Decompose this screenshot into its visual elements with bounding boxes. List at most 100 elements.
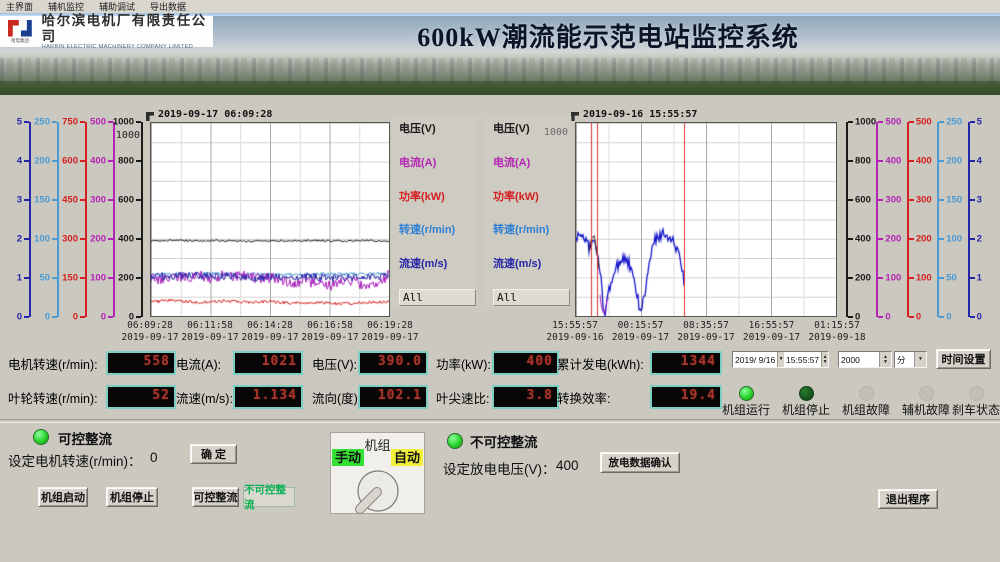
- axis-line: [846, 122, 848, 317]
- axis-电流: 5004003002001000: [871, 122, 901, 317]
- axis-tick-label: 150: [34, 195, 50, 206]
- axis-tick-label: 0: [17, 312, 22, 323]
- axis-tick-label: 1000: [113, 117, 134, 128]
- axis-tick: [970, 121, 975, 123]
- axis-tick: [909, 238, 914, 240]
- right-chart-timestamp: 2019-09-16 15:55:57: [583, 109, 697, 120]
- legend-item-4[interactable]: 流速(m/s): [493, 255, 570, 271]
- axis-电压: 10008006004002000: [120, 122, 148, 317]
- menu-item-1[interactable]: 辅机监控: [48, 0, 84, 13]
- discharge-confirm-button[interactable]: 放电数据确认: [600, 452, 680, 473]
- left-chart-timestamp: 2019-09-17 06:09:28: [158, 109, 272, 120]
- axis-tick: [909, 199, 914, 201]
- unit-button-2[interactable]: 可控整流: [192, 487, 239, 507]
- readout-label: 叶尖速比:: [436, 388, 489, 407]
- span-unit-dropdown-icon[interactable]: ▼: [914, 352, 926, 367]
- axis-tick: [24, 238, 29, 240]
- legend-item-2[interactable]: 功率(kW): [493, 188, 570, 204]
- date-dropdown-icon[interactable]: ▼: [777, 352, 784, 367]
- axis-tick-label: 800: [118, 156, 134, 167]
- right-chart-plot: [575, 122, 837, 317]
- legend-item-4[interactable]: 流速(m/s): [399, 255, 476, 271]
- readout-label: 电机转速(r/min):: [8, 354, 98, 373]
- company-name-en: HARBIN ELECTRIC MACHINERY COMPANY LIMITE…: [42, 44, 209, 50]
- unit-button-0[interactable]: 机组启动: [38, 487, 88, 507]
- legend-all-selector[interactable]: All: [493, 289, 570, 306]
- readout-display: 390.0: [358, 351, 428, 375]
- time-set-button[interactable]: 时间设置: [936, 349, 991, 369]
- span-spinner[interactable]: ▲▼: [879, 352, 891, 367]
- axis-tick: [848, 316, 853, 318]
- set-discharge-voltage-value[interactable]: 400: [556, 458, 579, 473]
- readout-display: 1.134: [233, 385, 303, 409]
- axis-tick-label: 3: [977, 195, 982, 206]
- axis-line: [57, 122, 59, 317]
- axis-tick: [52, 199, 57, 201]
- menu-item-3[interactable]: 导出数据: [150, 0, 186, 13]
- span-unit-select[interactable]: 分 ▼: [894, 351, 927, 368]
- status-led-4: [969, 386, 984, 401]
- axis-tick: [970, 316, 975, 318]
- set-motor-speed-value[interactable]: 0: [150, 450, 158, 465]
- unit-button-1[interactable]: 机组停止: [106, 487, 158, 507]
- legend-item-0[interactable]: 电压(V): [493, 120, 570, 136]
- left-trend-plot[interactable]: [151, 123, 389, 316]
- unit-button-3[interactable]: 不可控整流: [243, 487, 295, 507]
- legend-item-0[interactable]: 电压(V): [399, 120, 476, 136]
- legend-item-1[interactable]: 电流(A): [399, 154, 476, 170]
- chart-marker-icon: [146, 112, 154, 121]
- axis-tick: [848, 238, 853, 240]
- mode-knob[interactable]: [331, 466, 426, 514]
- axis-tick: [939, 316, 944, 318]
- axis-tick-label: 0: [916, 312, 921, 323]
- axis-tick: [52, 160, 57, 162]
- axis-tick-label: 200: [118, 273, 134, 284]
- axis-tick: [52, 277, 57, 279]
- axis-功率: 7506004503001500: [64, 122, 92, 317]
- axis-tick-label: 200: [34, 156, 50, 167]
- axis-line: [907, 122, 909, 317]
- manual-mode-chip[interactable]: 手动: [332, 449, 364, 466]
- x-tick-label: 06:14:28 2019-09-17: [241, 320, 298, 344]
- span-value[interactable]: 2000: [839, 352, 879, 367]
- legend-item-3[interactable]: 转速(r/min): [399, 221, 476, 237]
- axis-tick: [909, 160, 914, 162]
- legend-all-selector[interactable]: All: [399, 289, 476, 306]
- right-chart-x-labels: 15:55:57 2019-09-1600:15:57 2019-09-1708…: [575, 320, 837, 342]
- readout-label: 叶轮转速(r/min):: [8, 388, 98, 407]
- legend-item-2[interactable]: 功率(kW): [399, 188, 476, 204]
- span-value-input[interactable]: 2000 ▲▼: [838, 351, 892, 368]
- exit-program-button[interactable]: 退出程序: [878, 489, 938, 509]
- date-value[interactable]: 2019/ 9/16: [733, 352, 777, 367]
- auto-mode-chip[interactable]: 自动: [391, 449, 423, 466]
- time-spinner[interactable]: ▲▼: [821, 352, 828, 367]
- legend-item-3[interactable]: 转速(r/min): [493, 221, 570, 237]
- axis-tick-label: 0: [977, 312, 982, 323]
- readout-label: 转换效率:: [557, 388, 610, 407]
- axis-tick-label: 4: [977, 156, 982, 167]
- right-trend-plot[interactable]: [576, 123, 836, 316]
- axis-tick: [970, 277, 975, 279]
- axis-tick: [80, 121, 85, 123]
- confirm-button[interactable]: 确 定: [190, 444, 237, 464]
- axis-tick: [80, 160, 85, 162]
- datetime-picker[interactable]: 2019/ 9/16 ▼ 15:55:57 ▲▼: [732, 351, 829, 368]
- menu-item-2[interactable]: 辅助调试: [99, 0, 135, 13]
- axis-tick-label: 100: [90, 273, 106, 284]
- logo-caption: 哈电集团: [11, 37, 29, 43]
- axis-tick: [108, 160, 113, 162]
- status-label-1: 机组停止: [782, 401, 830, 418]
- status-led-2: [859, 386, 874, 401]
- axis-tick: [878, 160, 883, 162]
- status-label-2: 机组故障: [842, 401, 890, 418]
- legend-item-1[interactable]: 电流(A): [493, 154, 570, 170]
- menu-item-0[interactable]: 主界面: [6, 0, 33, 13]
- axis-tick-label: 200: [916, 234, 932, 245]
- span-unit-value[interactable]: 分: [895, 352, 914, 367]
- left-chart-axes: 5432102502001501005007506004503001500500…: [8, 122, 148, 317]
- axis-tick: [909, 277, 914, 279]
- axis-tick-label: 400: [916, 156, 932, 167]
- axis-tick-label: 0: [101, 312, 106, 323]
- axis-tick-label: 250: [34, 117, 50, 128]
- time-value[interactable]: 15:55:57: [784, 352, 821, 367]
